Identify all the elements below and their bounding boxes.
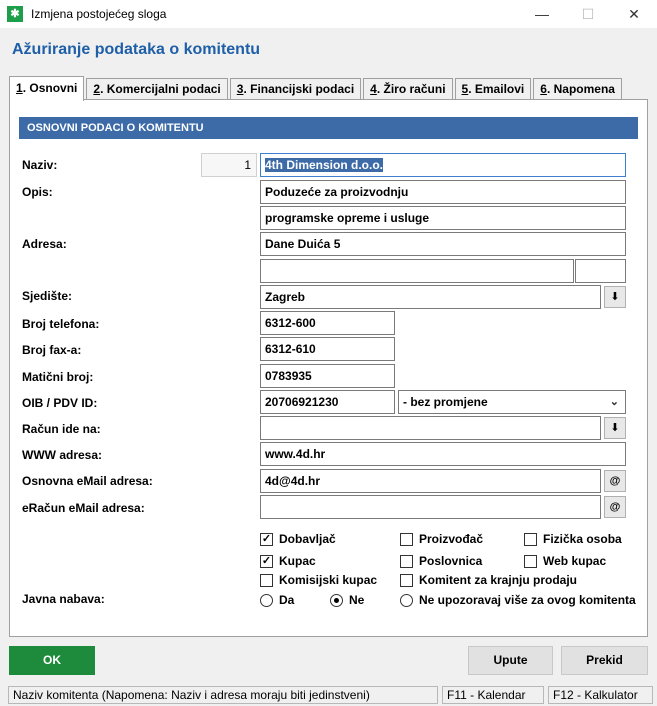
checkbox-komisijski-kupac[interactable]: Komisijski kupac [260, 573, 377, 587]
naziv-input[interactable]: 4th Dimension d.o.o. [260, 153, 626, 177]
checkbox-box [524, 532, 537, 546]
chevron-down-icon: ⌄ [609, 396, 619, 408]
label-oib: OIB / PDV ID: [22, 396, 98, 410]
adresa-line2-input[interactable] [260, 259, 574, 283]
checkbox-fizicka-osoba[interactable]: Fizička osoba [524, 532, 622, 546]
tab-emailovi[interactable]: 5. Emailovi [454, 78, 532, 100]
radio-circle [260, 593, 273, 607]
prekid-button[interactable]: Prekid [561, 646, 648, 675]
upute-button[interactable]: Upute [468, 646, 553, 675]
pdv-select-value: - bez promjene [403, 395, 488, 409]
checkbox-dobavljac[interactable]: ✓ Dobavljač [260, 532, 336, 546]
checkbox-proizvodac[interactable]: Proizvođač [400, 532, 483, 546]
label-adresa: Adresa: [22, 237, 67, 251]
status-bar: Naziv komitenta (Napomena: Naziv i adres… [0, 684, 657, 706]
racun-input[interactable] [260, 416, 601, 440]
tab-bar: 1. Osnovni 2. Komercijalni podaci 3. Fin… [9, 76, 624, 101]
eracun-input[interactable] [260, 495, 601, 519]
status-f12: F12 - Kalkulator [548, 686, 653, 704]
eracun-send-button[interactable]: @ [604, 496, 626, 518]
oib-input[interactable]: 20706921230 [260, 390, 395, 414]
checkbox-box [400, 554, 413, 568]
opis-line1-input[interactable]: Poduzeće za proizvodnju [260, 180, 626, 204]
email-send-button[interactable]: @ [604, 470, 626, 492]
title-bar: ✱ Izmjena postojećeg sloga — ☐ ✕ [0, 0, 657, 28]
label-sjediste: Sjedište: [22, 289, 73, 303]
label-naziv: Naziv: [22, 158, 58, 172]
checkbox-kupac[interactable]: ✓ Kupac [260, 554, 316, 568]
radio-ne[interactable]: Ne [330, 593, 364, 607]
adresa-line3-input[interactable] [575, 259, 626, 283]
pdv-select[interactable]: - bez promjene ⌄ [398, 390, 626, 414]
sjediste-lookup-button[interactable]: ⬇ [604, 286, 626, 308]
id-field: 1 [201, 153, 257, 177]
download-arrow-icon: ⬇ [610, 422, 620, 434]
radio-da[interactable]: Da [260, 593, 294, 607]
label-email: Osnovna eMail adresa: [22, 474, 153, 488]
checkbox-web-kupac[interactable]: Web kupac [524, 554, 606, 568]
download-arrow-icon: ⬇ [610, 291, 620, 303]
www-input[interactable]: www.4d.hr [260, 442, 626, 466]
radio-circle [400, 593, 413, 607]
page-title: Ažuriranje podataka o komitentu [12, 41, 261, 58]
checkbox-box: ✓ [260, 554, 273, 568]
email-input[interactable]: 4d@4d.hr [260, 469, 601, 493]
checkbox-box [400, 573, 413, 587]
checkbox-box [260, 573, 273, 587]
tab-osnovni[interactable]: 1. Osnovni [9, 76, 85, 101]
status-hint: Naziv komitenta (Napomena: Naziv i adres… [8, 686, 438, 704]
status-f11: F11 - Kalendar [442, 686, 544, 704]
radio-circle [330, 593, 343, 607]
label-www: WWW adresa: [22, 448, 103, 462]
adresa-line1-input[interactable]: Dane Duića 5 [260, 232, 626, 256]
at-icon: @ [609, 501, 621, 513]
opis-line2-input[interactable]: programske opreme i usluge [260, 206, 626, 230]
maximize-button: ☐ [581, 6, 595, 22]
tab-komercijalni[interactable]: 2. Komercijalni podaci [86, 78, 228, 100]
tab-napomena[interactable]: 6. Napomena [533, 78, 622, 100]
checkbox-krajnja-prodaja[interactable]: Komitent za krajnju prodaju [400, 573, 577, 587]
label-racun: Račun ide na: [22, 422, 101, 436]
radio-ne-upozoravaj[interactable]: Ne upozoravaj više za ovog komitenta [400, 593, 636, 607]
tab-ziro-racuni[interactable]: 4. Žiro računi [363, 78, 453, 100]
label-maticni: Matični broj: [22, 370, 94, 384]
sjediste-input[interactable]: Zagreb [260, 285, 601, 309]
tab-panel-osnovni: OSNOVNI PODACI O KOMITENTU Naziv: Opis: … [9, 99, 648, 637]
section-header: OSNOVNI PODACI O KOMITENTU [19, 117, 638, 139]
checkbox-poslovnica[interactable]: Poslovnica [400, 554, 482, 568]
label-telefon: Broj telefona: [22, 317, 100, 331]
checkbox-box [400, 532, 413, 546]
label-opis: Opis: [22, 185, 53, 199]
ok-button[interactable]: OK [9, 646, 95, 675]
at-icon: @ [609, 475, 621, 487]
label-javna-nabava: Javna nabava: [22, 592, 105, 606]
label-fax: Broj fax-a: [22, 343, 82, 357]
minimize-button[interactable]: — [519, 0, 565, 28]
maticni-input[interactable]: 0783935 [260, 364, 395, 388]
window-title: Izmjena postojećeg sloga [31, 7, 167, 21]
label-eracun: eRačun eMail adresa: [22, 501, 145, 515]
checkbox-box [524, 554, 537, 568]
checkbox-box: ✓ [260, 532, 273, 546]
app-icon: ✱ [7, 6, 23, 22]
close-button[interactable]: ✕ [611, 0, 657, 28]
tab-financijski[interactable]: 3. Financijski podaci [229, 78, 362, 100]
racun-lookup-button[interactable]: ⬇ [604, 417, 626, 439]
telefon-input[interactable]: 6312-600 [260, 311, 395, 335]
fax-input[interactable]: 6312-610 [260, 337, 395, 361]
